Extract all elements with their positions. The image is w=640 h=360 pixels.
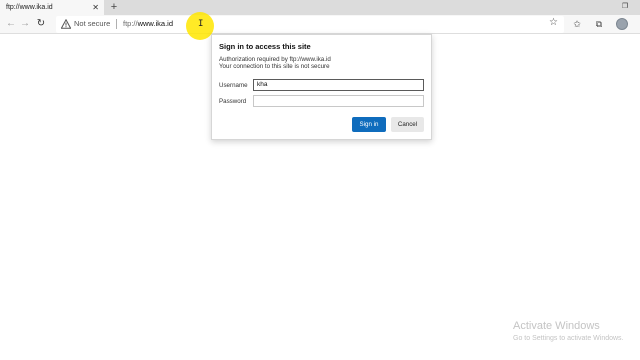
favorites-icon[interactable]: ✩ <box>570 17 584 31</box>
password-label: Password <box>219 98 247 105</box>
favorite-star-icon[interactable]: ☆ <box>549 17 558 28</box>
security-status[interactable]: Not secure <box>74 19 110 28</box>
browser-tab[interactable]: ftp://www.ika.id ✕ <box>0 0 104 15</box>
dialog-title: Sign in to access this site <box>219 42 311 51</box>
close-tab-icon[interactable]: ✕ <box>92 2 99 13</box>
sign-in-button[interactable]: Sign in <box>352 117 386 132</box>
text-cursor-icon: I <box>198 19 204 29</box>
url-text[interactable]: ftp://www.ika.id <box>123 19 173 28</box>
profile-avatar[interactable] <box>616 18 628 30</box>
warning-icon[interactable] <box>61 19 71 29</box>
activation-watermark-title: Activate Windows <box>513 320 600 332</box>
sign-in-dialog: Sign in to access this site Authorizatio… <box>211 34 432 140</box>
tab-strip: ftp://www.ika.id ✕ + ❐ <box>0 0 640 15</box>
restore-icon[interactable]: ❐ <box>620 2 630 10</box>
insecure-connection-text: Your connection to this site is not secu… <box>219 63 330 70</box>
address-separator <box>116 19 117 29</box>
new-tab-button[interactable]: + <box>108 0 120 15</box>
tab-title: ftp://www.ika.id <box>6 4 53 11</box>
address-bar[interactable]: Not secure ftp://www.ika.id ☆ <box>56 16 564 33</box>
forward-button[interactable]: → <box>18 17 32 31</box>
reload-button[interactable]: ↻ <box>34 17 48 31</box>
back-button[interactable]: ← <box>4 17 18 31</box>
collections-icon[interactable]: ⧉ <box>592 17 606 31</box>
auth-required-text: Authorization required by ftp://www.ika.… <box>219 56 331 63</box>
password-field[interactable] <box>253 95 424 107</box>
browser-toolbar: ← → ↻ Not secure ftp://www.ika.id ☆ ✩ ⧉ <box>0 15 640 34</box>
url-scheme: ftp:// <box>123 19 138 28</box>
username-label: Username <box>219 82 248 89</box>
username-field[interactable]: kha <box>253 79 424 91</box>
cancel-button[interactable]: Cancel <box>391 117 424 132</box>
activation-watermark-subtitle: Go to Settings to activate Windows. <box>513 335 624 342</box>
url-host: www.ika.id <box>137 19 174 28</box>
